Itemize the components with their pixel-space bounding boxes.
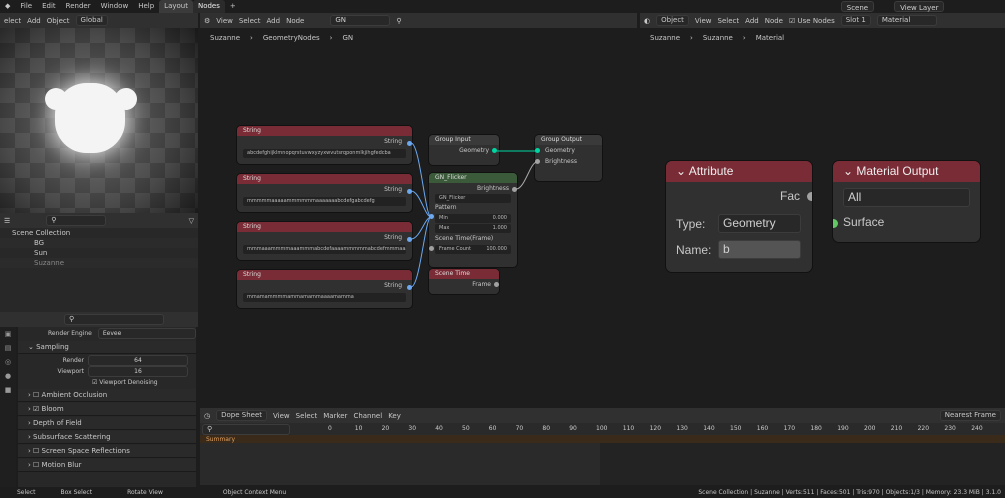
summary-label: Summary — [206, 436, 235, 443]
link-string3-pattern — [410, 216, 432, 240]
link-string4-pattern — [410, 216, 432, 288]
timeline-tick: 50 — [462, 425, 470, 432]
link-brightness — [515, 161, 538, 190]
ds-menu-select[interactable]: Select — [296, 412, 318, 420]
timeline-tick: 100 — [596, 425, 608, 432]
timeline-tick: 40 — [435, 425, 443, 432]
timeline-tick: 80 — [542, 425, 551, 432]
breadcrumb-object: Suzanne — [650, 34, 681, 42]
timeline-tick: 160 — [756, 425, 769, 432]
ds-search-input[interactable]: ⚲ — [202, 424, 290, 435]
timeline-tick: 10 — [354, 425, 363, 432]
timeline-tick: 20 — [381, 425, 390, 432]
summary-row[interactable]: Summary — [200, 435, 1005, 443]
fac-output-label: Fac — [779, 189, 800, 203]
timeline-tick: 180 — [810, 425, 822, 432]
shader-breadcrumb: Suzanne › Suzanne › Material — [650, 34, 785, 42]
status-rotate: Rotate View — [127, 489, 163, 496]
status-stats: Scene Collection | Suzanne | Verts:511 |… — [698, 489, 1001, 496]
shader-menu-add[interactable]: Add — [745, 17, 759, 25]
type-dropdown[interactable]: Geometry — [718, 214, 801, 233]
timeline-tick: 240 — [971, 425, 983, 432]
timeline-tick: 60 — [488, 425, 497, 432]
link-string2-pattern — [410, 190, 432, 218]
dopesheet-mode-dropdown[interactable]: Dope Sheet — [216, 410, 267, 421]
material-selector[interactable]: Material — [876, 15, 937, 26]
status-context: Object Context Menu — [222, 489, 287, 496]
timeline-tick: 230 — [944, 425, 956, 432]
timeline-tick: 110 — [622, 425, 635, 432]
name-label: Name: — [676, 242, 712, 257]
slot-dropdown[interactable]: Slot 1 — [840, 15, 871, 26]
timeline-tick: 150 — [730, 425, 742, 432]
ds-menu-marker[interactable]: Marker — [323, 412, 347, 420]
shader-menu-view[interactable]: View — [695, 17, 712, 25]
timeline-tick: 30 — [408, 425, 417, 432]
timeline-tick: 220 — [917, 425, 930, 432]
attribute-node-header: ⌄ Attribute — [666, 161, 812, 182]
timeline-tick: 170 — [783, 425, 796, 432]
link-string1-pattern — [410, 142, 432, 218]
shader-node-header: ◐ Object View Select Add Node ☑ Use Node… — [640, 13, 1005, 28]
shader-menu-select[interactable]: Select — [718, 17, 740, 25]
target-dropdown[interactable]: All — [843, 188, 970, 207]
type-label: Type: — [676, 216, 706, 231]
shader-mode-dropdown[interactable]: Object — [656, 15, 689, 26]
timeline-tick: 210 — [890, 425, 903, 432]
node-title: Attribute — [688, 164, 734, 178]
status-select: Select — [17, 489, 36, 496]
dopesheet-editor-icon[interactable]: ◷ — [204, 412, 210, 420]
keying-dropdown[interactable]: Nearest Frame — [939, 410, 1001, 421]
shader-menu-node[interactable]: Node — [765, 17, 783, 25]
attribute-node[interactable]: ⌄ Attribute Fac Type: Geometry Name: b — [666, 161, 812, 272]
timeline-tick: 190 — [837, 425, 849, 432]
status-box-select: Box Select — [60, 489, 93, 496]
attribute-name-input[interactable]: b — [718, 240, 801, 259]
status-bar: Select Box Select Rotate View Object Con… — [0, 487, 1005, 498]
node-title: Material Output — [856, 164, 939, 178]
timeline-tick: 140 — [703, 425, 715, 432]
timeline-tick: 70 — [515, 425, 524, 432]
timeline-tick: 90 — [569, 425, 577, 432]
breadcrumb-material: Material — [755, 34, 785, 42]
timeline-tick: 0 — [328, 425, 332, 432]
breadcrumb-mesh: Suzanne — [702, 34, 733, 42]
shader-editor-type-icon[interactable]: ◐ — [644, 17, 650, 25]
ds-menu-channel[interactable]: Channel — [353, 412, 382, 420]
surface-input-label: Surface — [843, 215, 885, 229]
fac-output-socket[interactable] — [807, 192, 812, 201]
timeline-tick: 120 — [649, 425, 662, 432]
dopesheet-area[interactable]: ⚲ Summary — [200, 423, 1005, 485]
timeline-tick: 200 — [864, 425, 876, 432]
dopesheet-header: ◷ Dope Sheet View Select Marker Channel … — [200, 408, 1005, 423]
ds-menu-view[interactable]: View — [273, 412, 290, 420]
timeline-tick: 130 — [676, 425, 688, 432]
ds-menu-key[interactable]: Key — [388, 412, 401, 420]
material-output-header: ⌄ Material Output — [833, 161, 980, 182]
use-nodes-checkbox[interactable]: ☑ Use Nodes — [789, 17, 835, 25]
material-output-node[interactable]: ⌄ Material Output All Surface — [833, 161, 980, 242]
out-of-range-region — [600, 443, 1005, 485]
